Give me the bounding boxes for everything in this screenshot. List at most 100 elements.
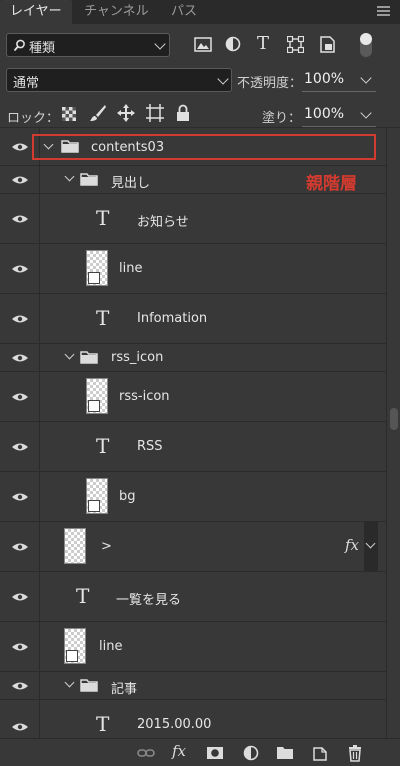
opacity-value: 100% <box>304 71 345 87</box>
effects-expand-toggle[interactable] <box>364 522 378 572</box>
tab-layers[interactable]: レイヤー <box>0 0 72 24</box>
add-layer-style-fx-icon[interactable]: fx <box>172 742 186 760</box>
visibility-column <box>0 166 40 193</box>
type-layer-icon: T <box>96 712 110 736</box>
layer-row-contents03[interactable]: contents03 <box>0 128 386 166</box>
lock-all-icon[interactable] <box>176 104 190 121</box>
layer-row-text[interactable]: T Infomation <box>0 294 386 344</box>
visibility-column <box>0 372 40 421</box>
layer-name: rss_icon <box>111 350 164 365</box>
layer-row-pixel-fx[interactable]: > fx <box>0 522 386 572</box>
layer-row-shape[interactable]: line <box>0 622 386 672</box>
filter-toggle-switch[interactable] <box>360 33 372 57</box>
type-layer-filter-icon[interactable]: T <box>257 33 269 54</box>
layers-list: contents03 見出し T お知らせ line T Infomation <box>0 128 386 738</box>
lock-label: ロック： <box>7 111 60 126</box>
eye-icon[interactable] <box>11 542 29 552</box>
tab-channels[interactable]: チャンネル <box>84 0 149 24</box>
lock-position-move-icon[interactable] <box>117 104 135 122</box>
opacity-field[interactable]: 100% <box>302 69 376 92</box>
eye-icon[interactable] <box>11 142 29 152</box>
eye-icon[interactable] <box>11 175 29 185</box>
blend-mode-label: 通常 <box>13 76 40 91</box>
shape-badge-icon <box>88 500 100 512</box>
layer-row-shape[interactable]: bg <box>0 472 386 522</box>
panel-menu-icon[interactable] <box>377 6 390 17</box>
parent-layer-annotation: 親階層 <box>306 174 357 194</box>
layer-row-rss-group[interactable]: rss_icon <box>0 344 386 372</box>
new-layer-icon[interactable] <box>311 744 329 762</box>
type-layer-icon: T <box>96 434 110 458</box>
new-group-folder-icon[interactable] <box>276 744 294 762</box>
eye-icon[interactable] <box>11 681 29 691</box>
chevron-down-icon <box>360 107 372 119</box>
layer-row-text[interactable]: T お知らせ <box>0 194 386 244</box>
lock-artboard-icon[interactable] <box>146 104 164 122</box>
type-layer-icon: T <box>96 306 110 330</box>
lock-image-pixels-brush-icon[interactable] <box>89 104 107 122</box>
layers-footer-toolbar: fx <box>0 738 400 766</box>
fill-field[interactable]: 100% <box>302 104 376 127</box>
link-layers-icon[interactable] <box>137 744 155 762</box>
layer-name: お知らせ <box>137 215 189 230</box>
visibility-column <box>0 194 40 243</box>
eye-icon[interactable] <box>11 492 29 502</box>
eye-icon[interactable] <box>11 314 29 324</box>
visibility-column <box>0 622 40 671</box>
layer-name: line <box>99 639 123 654</box>
expand-chevron-icon[interactable] <box>43 139 54 150</box>
adjustment-layer-filter-icon[interactable] <box>225 36 241 52</box>
folder-icon <box>61 140 79 153</box>
layer-row-shape[interactable]: line <box>0 244 386 294</box>
tab-paths[interactable]: パス <box>171 0 197 24</box>
type-layer-icon: T <box>96 206 110 230</box>
new-adjustment-layer-icon[interactable] <box>242 744 260 762</box>
fx-effects-icon[interactable]: fx <box>345 536 359 554</box>
eye-icon[interactable] <box>11 442 29 452</box>
blend-mode-dropdown[interactable]: 通常 <box>6 68 232 92</box>
layer-name: RSS <box>137 439 163 454</box>
layer-name: line <box>119 261 143 276</box>
opacity-label: 不透明度： <box>237 76 303 91</box>
expand-chevron-icon[interactable] <box>64 171 75 182</box>
expand-chevron-icon[interactable] <box>64 349 75 360</box>
scrollbar-thumb[interactable] <box>390 408 398 430</box>
eye-icon[interactable] <box>11 592 29 602</box>
layer-row-smart-object[interactable]: rss-icon <box>0 372 386 422</box>
visibility-column <box>0 294 40 343</box>
scrollbar[interactable] <box>386 128 400 738</box>
visibility-column <box>0 128 40 165</box>
layer-name: 2015.00.00 <box>137 717 212 732</box>
shape-layer-filter-icon[interactable] <box>287 36 304 53</box>
layer-row-text[interactable]: T 一覧を見る <box>0 572 386 622</box>
panel-tab-bar: レイヤー チャンネル パス <box>0 0 400 24</box>
delete-layer-trash-icon[interactable] <box>346 744 364 762</box>
layer-name: 一覧を見る <box>116 593 182 608</box>
folder-icon <box>80 173 98 186</box>
chevron-down-icon <box>154 38 166 50</box>
pixel-layer-filter-icon[interactable] <box>194 37 212 52</box>
chevron-down-icon <box>217 73 229 85</box>
filter-kind-dropdown[interactable]: 種類 <box>6 33 170 57</box>
eye-icon[interactable] <box>11 353 29 363</box>
fill-value: 100% <box>304 106 345 122</box>
eye-icon[interactable] <box>11 392 29 402</box>
layer-row-text[interactable]: T RSS <box>0 422 386 472</box>
layer-name: bg <box>119 489 136 504</box>
eye-icon[interactable] <box>11 214 29 224</box>
visibility-column <box>0 672 40 699</box>
eye-icon[interactable] <box>11 722 29 732</box>
visibility-column <box>0 344 40 371</box>
layer-name: 見出し <box>111 176 151 191</box>
eye-icon[interactable] <box>11 642 29 652</box>
expand-chevron-icon[interactable] <box>64 677 75 688</box>
layer-name: 記事 <box>111 682 138 697</box>
eye-icon[interactable] <box>11 264 29 274</box>
lock-transparent-pixels-icon[interactable] <box>62 107 76 121</box>
visibility-column <box>0 244 40 293</box>
layer-row-text[interactable]: T 2015.00.00 <box>0 700 386 738</box>
layer-thumbnail <box>64 628 86 664</box>
smart-object-filter-icon[interactable] <box>320 36 335 53</box>
add-layer-mask-icon[interactable] <box>206 744 224 762</box>
layer-row-article-group[interactable]: 記事 <box>0 672 386 700</box>
